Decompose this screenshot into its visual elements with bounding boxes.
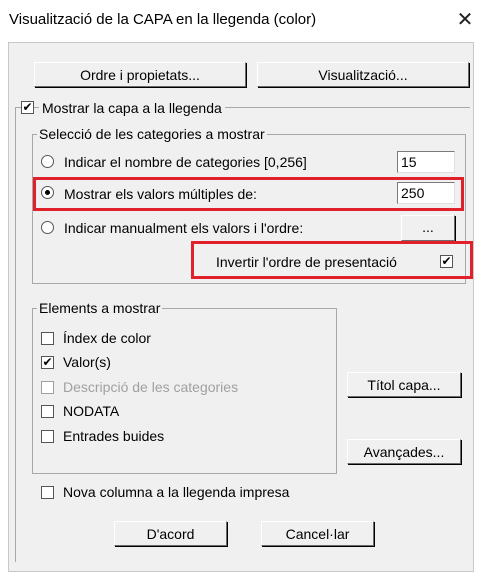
manual-values-button[interactable]: ...	[401, 215, 455, 241]
dialog-client: Ordre i propietats... Visualització... ✔…	[8, 42, 474, 572]
cancel-button[interactable]: Cancel·lar	[261, 521, 374, 546]
manual-label[interactable]: Indicar manualment els valors i l'ordre:	[64, 220, 303, 236]
color-index-checkbox[interactable]	[41, 332, 54, 345]
radio-num-categories[interactable]	[41, 155, 54, 168]
description-label: Descripció de les categories	[63, 379, 239, 395]
order-properties-button[interactable]: Ordre i propietats...	[34, 62, 246, 87]
values-checkbox[interactable]: ✔	[41, 356, 54, 369]
advanced-button[interactable]: Avançades...	[347, 439, 461, 464]
description-checkbox	[41, 381, 54, 394]
show-layer-line-left	[15, 107, 16, 562]
multiples-highlight	[33, 177, 464, 211]
window-title: Visualització de la CAPA en la llegenda …	[9, 11, 317, 28]
close-icon[interactable]: ✕	[452, 6, 478, 34]
empty-entries-label[interactable]: Entrades buides	[63, 428, 164, 444]
radio-manual[interactable]	[41, 221, 54, 234]
elements-group-title: Elements a mostrar	[37, 300, 163, 316]
num-categories-input[interactable]: 15	[397, 151, 455, 173]
invert-highlight	[191, 241, 473, 279]
show-layer-checkbox[interactable]: ✔	[21, 101, 34, 114]
categories-group-title: Selecció de les categories a mostrar	[37, 126, 267, 142]
values-label[interactable]: Valor(s)	[63, 354, 111, 370]
num-categories-label[interactable]: Indicar el nombre de categories [0,256]	[64, 154, 307, 170]
show-layer-label[interactable]: Mostrar la capa a la llegenda	[39, 100, 225, 116]
nodata-label[interactable]: NODATA	[63, 403, 119, 419]
new-column-checkbox[interactable]	[41, 486, 54, 499]
nodata-checkbox[interactable]	[41, 405, 54, 418]
layer-title-button[interactable]: Títol capa...	[347, 372, 461, 397]
empty-entries-checkbox[interactable]	[41, 430, 54, 443]
visualization-button[interactable]: Visualització...	[257, 62, 469, 87]
ok-button[interactable]: D'acord	[114, 521, 227, 546]
new-column-label[interactable]: Nova columna a la llegenda impresa	[63, 484, 289, 500]
color-index-label[interactable]: Índex de color	[63, 330, 151, 346]
title-bar: Visualització de la CAPA en la llegenda …	[0, 0, 478, 42]
